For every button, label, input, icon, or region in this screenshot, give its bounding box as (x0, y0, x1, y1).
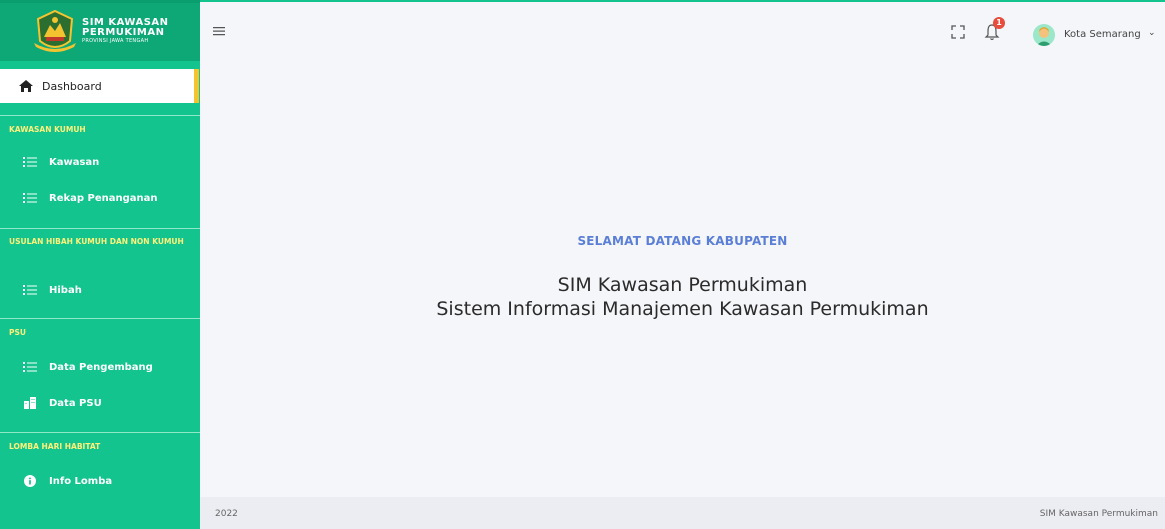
sidebar-item-label: Info Lomba (49, 475, 113, 487)
user-name[interactable]: Kota Semarang (1064, 29, 1141, 40)
brand-text: SIM KAWASAN PERMUKIMAN PROVINSI JAWA TEN… (82, 18, 169, 44)
app-title: SIM Kawasan Permukiman (557, 274, 808, 296)
section-title-lomba-hari-habitat: LOMBA HARI HABITAT (9, 442, 101, 451)
hamburger-menu-icon[interactable] (212, 24, 226, 38)
welcome-heading: SELAMAT DATANG KABUPATEN (577, 234, 788, 248)
active-indicator (194, 69, 199, 103)
footer: 2022 SIM Kawasan Permukiman (200, 497, 1165, 529)
sidebar: SIM KAWASAN PERMUKIMAN PROVINSI JAWA TEN… (0, 0, 200, 529)
sidebar-item-label: Dashboard (42, 79, 102, 93)
sidebar-item-kawasan[interactable]: Kawasan (23, 153, 99, 171)
list-icon (23, 193, 37, 203)
sidebar-item-hibah[interactable]: Hibah (23, 281, 82, 299)
brand[interactable]: SIM KAWASAN PERMUKIMAN PROVINSI JAWA TEN… (0, 3, 200, 61)
fullscreen-icon[interactable] (951, 25, 965, 39)
footer-year: 2022 (215, 509, 238, 519)
sidebar-item-data-psu[interactable]: Data PSU (23, 394, 102, 412)
list-icon (23, 285, 37, 295)
list-icon (23, 362, 37, 372)
building-icon (24, 397, 36, 409)
sidebar-item-label: Data PSU (49, 397, 102, 409)
sidebar-item-label: Data Pengembang (49, 361, 153, 373)
divider (0, 318, 200, 319)
brand-subtitle: PROVINSI JAWA TENGAH (82, 38, 149, 44)
section-title-psu: PSU (9, 328, 26, 337)
app-subtitle: Sistem Informasi Manajemen Kawasan Permu… (436, 298, 929, 320)
sidebar-item-label: Rekap Penanganan (49, 192, 158, 204)
divider (0, 432, 200, 433)
sidebar-item-label: Kawasan (49, 156, 100, 168)
divider (0, 228, 200, 229)
list-icon (23, 157, 37, 167)
info-icon (24, 475, 36, 487)
section-title-kawasan-kumuh: KAWASAN KUMUH (9, 125, 86, 134)
sidebar-item-data-pengembang[interactable]: Data Pengembang (23, 358, 153, 376)
notification-badge: 1 (993, 17, 1005, 29)
top-header: 1 Kota Semarang ⌄ (200, 0, 1165, 63)
sidebar-item-label: Hibah (49, 284, 82, 296)
avatar-person-icon (1036, 27, 1052, 46)
home-icon (19, 80, 33, 92)
sidebar-item-rekap-penanganan[interactable]: Rekap Penanganan (23, 189, 158, 207)
chevron-down-icon[interactable]: ⌄ (1148, 28, 1156, 38)
brand-title-line2: PERMUKIMAN (82, 27, 165, 38)
sidebar-item-dashboard[interactable]: Dashboard (0, 69, 194, 103)
logo-emblem-icon (34, 9, 76, 52)
divider (0, 115, 200, 116)
sidebar-item-info-lomba[interactable]: Info Lomba (23, 472, 112, 490)
section-title-usulan-hibah: USULAN HIBAH KUMUH DAN NON KUMUH (9, 237, 184, 246)
avatar[interactable] (1033, 24, 1055, 46)
footer-app-name: SIM Kawasan Permukiman (1039, 509, 1158, 519)
